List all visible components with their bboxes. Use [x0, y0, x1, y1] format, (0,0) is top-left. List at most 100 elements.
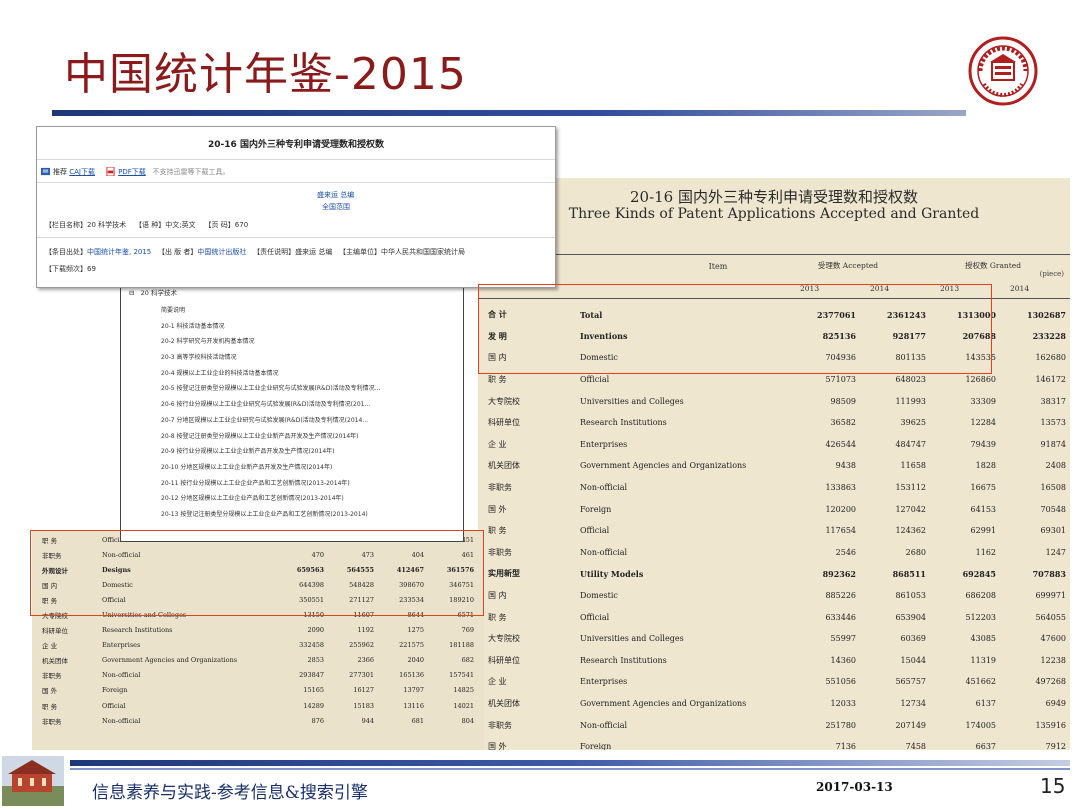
card-divider [37, 159, 555, 160]
cell-value: 876 [311, 716, 324, 725]
cell-value: 153112 [895, 483, 926, 493]
cell-value: 91874 [1040, 439, 1066, 449]
row-label-zh: 非职务 [488, 720, 512, 730]
tree-item[interactable]: 20-7 分地区规模以上工业企业研究与试验发展(R&D)活动及专利情况(2014… [161, 413, 380, 429]
table-row: 大专院校 Universities and Colleges 98509 111993… [478, 390, 1066, 412]
cell-value: 426544 [825, 439, 856, 449]
row-label-en: Universities and Colleges [580, 634, 684, 644]
campus-building-photo [2, 756, 64, 806]
author-link[interactable]: 盛来运 总编 [317, 190, 354, 200]
cell-value: 681 [411, 716, 424, 725]
caj-download-link[interactable]: CAJ下载 [69, 168, 95, 176]
responsibility-value: 盛来运 总编 [295, 248, 333, 256]
cell-value: 1275 [407, 626, 424, 635]
row-label-zh: 国 内 [488, 591, 507, 601]
cell-value: 451662 [965, 677, 996, 687]
yearbook-contents-tree: ⊟ 20 科学技术 简要说明 20-1 科技活动基本情况 20-2 科学研究与开发机… [120, 282, 464, 542]
table-row: 国 外 Foreign 120200 127042 64153 70548 [478, 498, 1066, 520]
row-label-zh: 机关团体 [42, 657, 68, 666]
row-label-en: Non-official [580, 483, 628, 493]
cell-value: 2680 [905, 547, 926, 557]
row-label-zh: 科研单位 [42, 627, 68, 636]
tree-item[interactable]: 20-5 按登记注册类型分规模以上工业企业研究与试验发展(R&D)活动及专利情况… [161, 381, 380, 397]
cell-value: 162680 [1035, 353, 1066, 363]
cell-value: 1302687 [1027, 309, 1066, 320]
cell-value: 15044 [900, 655, 926, 665]
download-bar: 推荐 CAJ下载 PDF下载 不支持迅雷等下载工具。 [41, 167, 229, 177]
downloads-value: 69 [87, 265, 96, 273]
tree-node-label: 20 科学技术 [140, 289, 177, 297]
row-label-en: Foreign [580, 504, 612, 514]
meta-row-2: 【条目出处】中国统计年鉴, 2015 【出 版 者】中国统计出版社 【责任说明】… [45, 247, 465, 257]
cell-value: 277301 [349, 671, 374, 680]
caj-download-icon [41, 167, 50, 176]
pdf-download-link[interactable]: PDF下载 [118, 168, 146, 176]
cell-value: 255962 [349, 641, 374, 650]
cell-value: 2408 [1045, 461, 1066, 471]
cell-value: 14289 [303, 701, 324, 710]
tree-item[interactable]: 20-9 按行业分规模以上工业企业新产品开发及生产情况(2014年) [161, 444, 380, 460]
cell-value: 120200 [825, 504, 856, 514]
cell-value: 804 [461, 716, 474, 725]
cell-value: 12734 [900, 698, 926, 708]
tree-item[interactable]: 20-3 高等学校科技活动情况 [161, 350, 380, 366]
tree-item[interactable]: 20-4 规模以上工业企业的科技活动基本情况 [161, 366, 380, 382]
cell-value: 868511 [892, 568, 926, 579]
cell-value: 15165 [303, 686, 324, 695]
table-row: 机关团体 Government Agencies and Organization… [478, 693, 1066, 715]
tree-item[interactable]: 简要说明 [161, 303, 380, 319]
tree-item[interactable]: 20-10 分地区规模以上工业企业新产品开发及生产情况(2014年) [161, 460, 380, 476]
tree-item[interactable]: 20-6 按行业分规模以上工业企业研究与试验发展(R&D)活动及专利情况(201… [161, 397, 380, 413]
cell-value: 6637 [975, 742, 996, 750]
cell-value: 12238 [1040, 655, 1066, 665]
scan-title-en: Three Kinds of Patent Applications Accep… [568, 206, 980, 222]
cell-value: 293847 [299, 671, 324, 680]
row-label-zh: 国 外 [488, 742, 507, 750]
tree-item[interactable]: 20-2 科学研究与开发机构基本情况 [161, 334, 380, 350]
row-label-en: Non-official [102, 716, 141, 725]
row-label-zh: 非职务 [488, 547, 512, 557]
table-row: 职 务 Official 633446 653904 512203 564055 [478, 606, 1066, 628]
meta-row-1: 【栏目名称】20 科学技术 【语 种】中文;英文 【页 码】670 [45, 220, 248, 230]
column-value: 20 科学技术 [87, 221, 127, 229]
scope-link[interactable]: 全国范围 [322, 202, 350, 212]
cell-value: 699971 [1035, 591, 1066, 601]
row-label-zh: 非职务 [42, 672, 62, 681]
tree-item[interactable]: 20-12 分地区规模以上工业企业产品和工艺创新情况(2013-2014年) [161, 491, 380, 507]
row-label-en: Non-official [102, 671, 141, 680]
row-label-zh: 职 务 [42, 702, 58, 711]
publisher-link[interactable]: 中国统计出版社 [197, 248, 246, 256]
cell-value: 14360 [830, 655, 856, 665]
row-label-zh: 国 外 [42, 687, 58, 696]
table-row: 实用新型 Utility Models 892362 868511 692845 7078… [478, 563, 1066, 585]
cell-value: 13116 [403, 701, 424, 710]
tree-item[interactable]: 20-1 科技活动基本情况 [161, 319, 380, 335]
cell-value: 497268 [1035, 677, 1066, 687]
tree-item[interactable]: 20-11 按行业分规模以上工业企业产品和工艺创新情况(2013-2014年) [161, 476, 380, 492]
university-seal-icon [968, 36, 1038, 106]
cell-value: 64153 [970, 504, 996, 514]
tree-item[interactable]: 20-13 按登记注册类型分规模以上工业企业产品和工艺创新情况(2013-201… [161, 507, 380, 523]
cell-value: 16127 [353, 686, 374, 695]
cell-value: 13573 [1040, 418, 1066, 428]
cell-value: 564055 [1035, 612, 1066, 622]
row-label-zh: 企 业 [488, 677, 507, 687]
cell-value: 7458 [905, 742, 926, 750]
tree-item[interactable]: 20-8 按登记注册类型分规模以上工业企业新产品开发及生产情况(2014年) [161, 429, 380, 445]
source-link[interactable]: 中国统计年鉴, 2015 [87, 248, 151, 256]
cell-value: 69301 [1040, 526, 1066, 536]
row-label-en: Domestic [580, 591, 618, 601]
row-label-zh: 国 外 [488, 504, 507, 514]
cell-value: 233228 [1032, 331, 1066, 342]
row-label-en: Utility Models [580, 568, 644, 579]
cell-value: 633446 [825, 612, 856, 622]
cell-value: 47600 [1040, 634, 1066, 644]
publisher-label: 【出 版 者】 [157, 248, 198, 256]
row-label-en: Non-official [580, 547, 628, 557]
slide-title: 中国统计年鉴-2015 [64, 49, 467, 100]
cell-value: 43085 [970, 634, 996, 644]
tree-node-science[interactable]: ⊟ 20 科学技术 [129, 287, 177, 297]
cell-value: 512203 [965, 612, 996, 622]
cell-value: 157541 [449, 671, 474, 680]
row-label-zh: 实用新型 [488, 569, 520, 579]
